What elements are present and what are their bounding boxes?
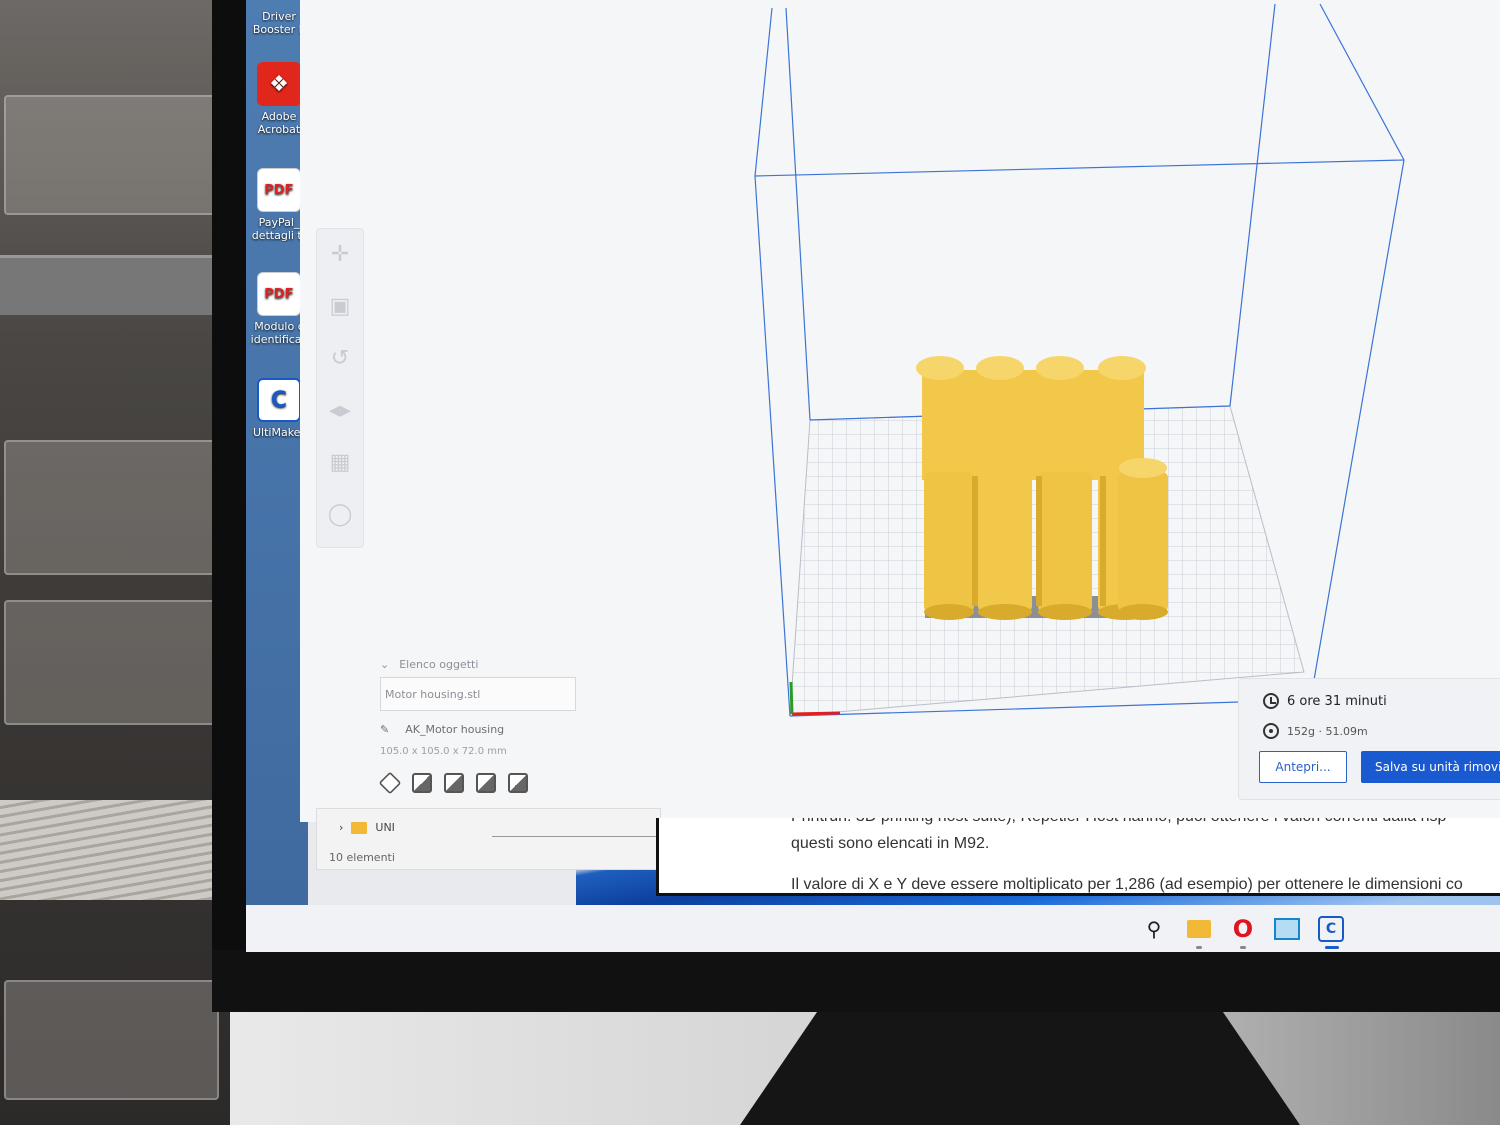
material-usage: 152g · 51.09m (1287, 724, 1368, 738)
opera-icon[interactable]: O (1230, 915, 1256, 943)
cotton-swabs (0, 800, 230, 900)
model-cylinder (978, 472, 1032, 612)
shelving-background (0, 0, 240, 1125)
x-axis (791, 711, 841, 716)
model-step-top (1119, 458, 1167, 478)
running-indicator (1196, 946, 1202, 949)
document-window: Printrun: 3D printing host suite), Repet… (656, 818, 1500, 896)
cura-window: ✛ ▣ ↺ ◂▸ ▦ ◯ ⌄ Elenco oggetti Motor hous… (300, 0, 1500, 822)
document-line: Il valore di X e Y deve essere moltiplic… (791, 876, 1463, 893)
search-icon[interactable]: ⚲ (1141, 916, 1167, 942)
storage-bin (4, 980, 219, 1100)
material-row[interactable]: 152g · 51.09m (1263, 723, 1368, 739)
pencil-icon: ✎ (380, 723, 390, 736)
print-time-row[interactable]: 6 ore 31 minuti (1263, 693, 1387, 709)
document-line: questi sono elencati in M92. (791, 835, 990, 852)
chevron-right-icon: › (339, 821, 344, 834)
view-3d-icon[interactable] (378, 771, 402, 795)
preview-button[interactable]: Antepri... (1259, 751, 1347, 783)
camera-view-buttons (378, 771, 580, 795)
model-groove (972, 476, 978, 606)
object-list-header: Elenco oggetti (399, 658, 479, 671)
folder-icon (351, 821, 368, 834)
chevron-down-icon: ⌄ (380, 658, 390, 671)
cura-icon: C (257, 378, 301, 422)
remote-desktop-icon[interactable] (1274, 916, 1300, 942)
shelf (0, 255, 225, 315)
object-file-name: Motor housing.stl (385, 688, 481, 701)
acrobat-icon: ❖ (257, 62, 301, 106)
print-time: 6 ore 31 minuti (1287, 693, 1387, 709)
object-list-toggle[interactable]: ⌄ Elenco oggetti (380, 658, 580, 671)
model-top-cylinder (1036, 356, 1084, 380)
active-indicator (1325, 946, 1339, 949)
model-groove (1036, 476, 1042, 606)
desktop: Driver Booster II ❖ Adobe Acrobat PDF Pa… (246, 0, 308, 905)
model-cylinder-base (924, 604, 974, 620)
windows-start-icon[interactable] (1096, 918, 1120, 942)
rotate-tool-icon[interactable]: ↺ (317, 333, 363, 385)
print-summary-panel: 6 ore 31 minuti 152g · 51.09m Antepri...… (1238, 678, 1500, 800)
model-top-cylinder (916, 356, 964, 380)
folder-name: UNI (375, 821, 395, 834)
file-explorer-icon[interactable] (1186, 916, 1212, 942)
photo: Driver Booster II ❖ Adobe Acrobat PDF Pa… (0, 0, 1500, 1125)
storage-bin (4, 600, 219, 725)
model-cylinder (924, 472, 974, 612)
monitor-stand (740, 1010, 1300, 1125)
model-top-cylinder (976, 356, 1024, 380)
view-top-icon[interactable] (444, 773, 464, 793)
monitor-bezel (212, 0, 246, 1010)
per-model-settings-icon[interactable]: ▦ (317, 437, 363, 489)
model-cylinder-base (1038, 604, 1092, 620)
scale-tool-icon[interactable]: ▣ (317, 281, 363, 333)
file-explorer-window: › UNI 10 elementi (316, 808, 662, 870)
document-line: Printrun: 3D printing host suite), Repet… (791, 818, 1446, 826)
pdf-file-icon: PDF (257, 168, 301, 212)
model-top-block (922, 370, 1144, 480)
tool-sidebar: ✛ ▣ ↺ ◂▸ ▦ ◯ (316, 228, 364, 548)
object-list-item[interactable]: Motor housing.stl (380, 677, 576, 711)
view-left-icon[interactable] (476, 773, 496, 793)
save-to-removable-button[interactable]: Salva su unità rimovi (1361, 751, 1500, 783)
folder-row[interactable]: › UNI (339, 821, 395, 834)
model-cylinder (1118, 472, 1168, 612)
model-cylinder-base (1118, 604, 1168, 620)
spool-icon (1263, 723, 1279, 739)
running-indicator (1240, 946, 1246, 949)
move-tool-icon[interactable]: ✛ (317, 229, 363, 281)
mirror-tool-icon[interactable]: ◂▸ (317, 385, 363, 437)
motor-housing-model[interactable] (916, 356, 1168, 620)
model-name-row[interactable]: ✎ AK_Motor housing (380, 723, 580, 736)
object-list-panel: ⌄ Elenco oggetti Motor housing.stl ✎ AK_… (378, 658, 580, 795)
y-axis (789, 681, 794, 715)
model-groove (1100, 476, 1106, 606)
divider (492, 836, 662, 837)
monitor-bezel-bottom (212, 950, 1500, 1012)
monitor-screen: Driver Booster II ❖ Adobe Acrobat PDF Pa… (246, 0, 1500, 952)
clock-icon (1263, 693, 1279, 709)
item-count: 10 elementi (329, 851, 395, 864)
model-top-cylinder (1098, 356, 1146, 380)
ultimaker-cura-icon[interactable]: C (1318, 916, 1344, 942)
model-name: AK_Motor housing (405, 723, 505, 736)
pdf-file-icon: PDF (257, 272, 301, 316)
view-right-icon[interactable] (508, 773, 528, 793)
storage-bin (4, 440, 219, 575)
model-dimensions: 105.0 x 105.0 x 72.0 mm (380, 746, 507, 757)
model-cylinder (1038, 472, 1092, 612)
storage-bin (4, 95, 219, 215)
model-cylinder-base (978, 604, 1032, 620)
support-blocker-icon[interactable]: ◯ (317, 489, 363, 541)
taskbar: ⚲ O C (246, 905, 1500, 952)
view-front-icon[interactable] (412, 773, 432, 793)
